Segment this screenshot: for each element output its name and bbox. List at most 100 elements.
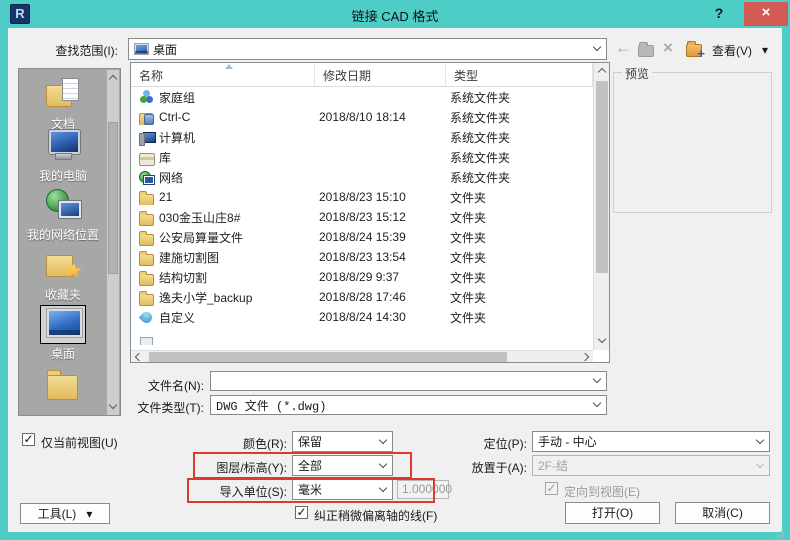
table-row[interactable]: 计算机 系统文件夹: [131, 127, 593, 147]
tools-label: 工具(L): [37, 506, 77, 521]
back-button[interactable]: ←: [615, 38, 632, 58]
place-at-combobox[interactable]: 2F-结: [532, 455, 770, 476]
homegroup-icon: [139, 90, 154, 105]
look-in-combobox[interactable]: 桌面: [128, 38, 607, 60]
delete-x-icon: ×: [663, 38, 673, 57]
desktop-icon: [134, 43, 149, 55]
scroll-down-icon[interactable]: [597, 334, 607, 344]
scale-factor-field[interactable]: 1.000000: [397, 480, 452, 499]
sidebar-item-label: 我的网络位置: [26, 228, 99, 242]
sidebar-item-network-places[interactable]: 我的网络位置: [19, 186, 107, 243]
folder-icon: [139, 290, 154, 306]
folder-icon: [139, 270, 154, 286]
preview-panel: 预览: [613, 65, 772, 213]
table-row[interactable]: 自定义 2018/8/24 14:30 文件夹: [131, 307, 593, 327]
view-menu-button[interactable]: 查看(V): [712, 40, 752, 60]
titlebar[interactable]: R 链接 CAD 格式 ? ×: [0, 0, 790, 28]
scrollbar-thumb[interactable]: [149, 352, 507, 362]
computer-icon: [139, 130, 156, 146]
help-button[interactable]: ?: [710, 5, 728, 23]
positioning-label: 定位(P):: [483, 437, 527, 451]
delete-button[interactable]: ×: [663, 38, 673, 58]
column-header-type[interactable]: 类型: [446, 63, 593, 86]
sidebar-item-desktop[interactable]: 桌面: [19, 305, 107, 362]
my-computer-icon: [44, 130, 82, 160]
scroll-left-icon[interactable]: [134, 352, 144, 362]
folder-icon: [139, 230, 154, 246]
scrollbar-thumb[interactable]: [596, 81, 608, 273]
table-row[interactable]: 030金玉山庄8# 2018/8/23 15:12 文件夹: [131, 207, 593, 227]
open-button[interactable]: 打开(O): [565, 502, 660, 524]
file-icon: [139, 330, 154, 345]
import-units-combobox[interactable]: 毫米: [292, 479, 393, 500]
correct-lines-checkbox[interactable]: ✓: [295, 506, 308, 519]
file-type-label: 文件类型(T):: [137, 401, 204, 415]
custom-icon: [139, 310, 154, 325]
table-row[interactable]: 21 2018/8/23 15:10 文件夹: [131, 187, 593, 207]
table-row[interactable]: 网络 系统文件夹: [131, 167, 593, 187]
check-icon: ✓: [23, 432, 34, 446]
layers-label: 图层/标高(Y):: [216, 461, 287, 475]
folder-icon: [139, 190, 154, 205]
new-folder-button[interactable]: +: [686, 40, 705, 61]
folder-icon: [139, 210, 154, 226]
table-row-partial[interactable]: [131, 327, 593, 347]
table-row[interactable]: 公安局算量文件 2018/8/24 15:39 文件夹: [131, 227, 593, 247]
plus-icon: +: [697, 45, 705, 61]
column-header-name[interactable]: 名称: [131, 63, 315, 86]
chevron-down-icon: [592, 398, 602, 408]
sidebar-item-documents[interactable]: 文档: [19, 75, 107, 132]
look-in-value: 桌面: [153, 42, 178, 57]
tools-button[interactable]: 工具(L) ▾: [20, 503, 110, 524]
view-menu-dropdown[interactable]: ▾: [762, 40, 768, 60]
orient-to-view-checkbox[interactable]: ✓: [545, 482, 558, 495]
table-row[interactable]: 逸夫小学_backup 2018/8/28 17:46 文件夹: [131, 287, 593, 307]
sidebar-item-my-computer[interactable]: 我的电脑: [19, 127, 107, 184]
scroll-up-icon[interactable]: [597, 67, 607, 77]
network-icon: [139, 170, 154, 185]
close-button[interactable]: ×: [744, 2, 788, 26]
places-sidebar: 文档 我的电脑 我的网络位置 收藏夹 桌面: [18, 68, 121, 416]
positioning-value: 手动 - 中心: [538, 435, 597, 449]
chevron-down-icon: ▾: [762, 43, 769, 57]
check-icon: ✓: [296, 505, 307, 519]
scroll-right-icon[interactable]: [580, 352, 590, 362]
dialog-title: 链接 CAD 格式: [351, 9, 439, 24]
scrollbar-thumb[interactable]: [108, 122, 118, 274]
import-units-label: 导入单位(S):: [219, 485, 287, 499]
list-horizontal-scrollbar[interactable]: [131, 350, 593, 362]
resize-grip[interactable]: [781, 531, 784, 534]
preview-label: 预览: [622, 65, 653, 82]
link-cad-format-dialog: R 链接 CAD 格式 ? × 查找范围(I): 桌面 ← × + 查看(V) …: [0, 0, 790, 540]
table-row[interactable]: 库 系统文件夹: [131, 147, 593, 167]
orient-to-view-label: 定向到视图(E): [564, 485, 640, 499]
table-row[interactable]: 结构切割 2018/8/29 9:37 文件夹: [131, 267, 593, 287]
place-at-label: 放置于(A):: [471, 461, 527, 475]
sidebar-scrollbar[interactable]: [107, 70, 119, 415]
view-menu-label: 查看(V): [712, 43, 752, 58]
place-at-value: 2F-结: [538, 459, 569, 473]
table-row[interactable]: 建施切割图 2018/8/23 13:54 文件夹: [131, 247, 593, 267]
positioning-combobox[interactable]: 手动 - 中心: [532, 431, 770, 452]
list-header: 名称 修改日期 类型: [131, 63, 593, 87]
list-vertical-scrollbar[interactable]: [593, 63, 609, 350]
file-type-combobox[interactable]: DWG 文件 (*.dwg): [210, 395, 607, 415]
column-header-date[interactable]: 修改日期: [315, 63, 446, 86]
colors-label: 颜色(R):: [243, 437, 287, 451]
file-name-combobox[interactable]: [210, 371, 607, 391]
current-view-only-label: 仅当前视图(U): [41, 436, 118, 450]
favorites-star-folder-icon: [44, 249, 82, 279]
sidebar-item-label: 收藏夹: [44, 288, 81, 302]
cancel-button[interactable]: 取消(C): [675, 502, 770, 524]
file-type-value: DWG 文件 (*.dwg): [216, 399, 327, 414]
up-one-level-button[interactable]: [638, 41, 654, 61]
folder-icon: [139, 250, 154, 266]
sidebar-item-label: 我的电脑: [38, 169, 87, 183]
table-row[interactable]: Ctrl-C 2018/8/10 18:14 系统文件夹: [131, 107, 593, 127]
file-list: 名称 修改日期 类型 家庭组 系统文件夹 Ctrl-C 2018/8/10 18…: [130, 62, 610, 363]
scroll-up-icon[interactable]: [108, 74, 118, 84]
current-view-only-checkbox[interactable]: ✓: [22, 433, 35, 446]
sidebar-item-favorites[interactable]: 收藏夹: [19, 246, 107, 303]
table-row[interactable]: 家庭组 系统文件夹: [131, 87, 593, 107]
documents-folder-icon: [44, 78, 82, 108]
